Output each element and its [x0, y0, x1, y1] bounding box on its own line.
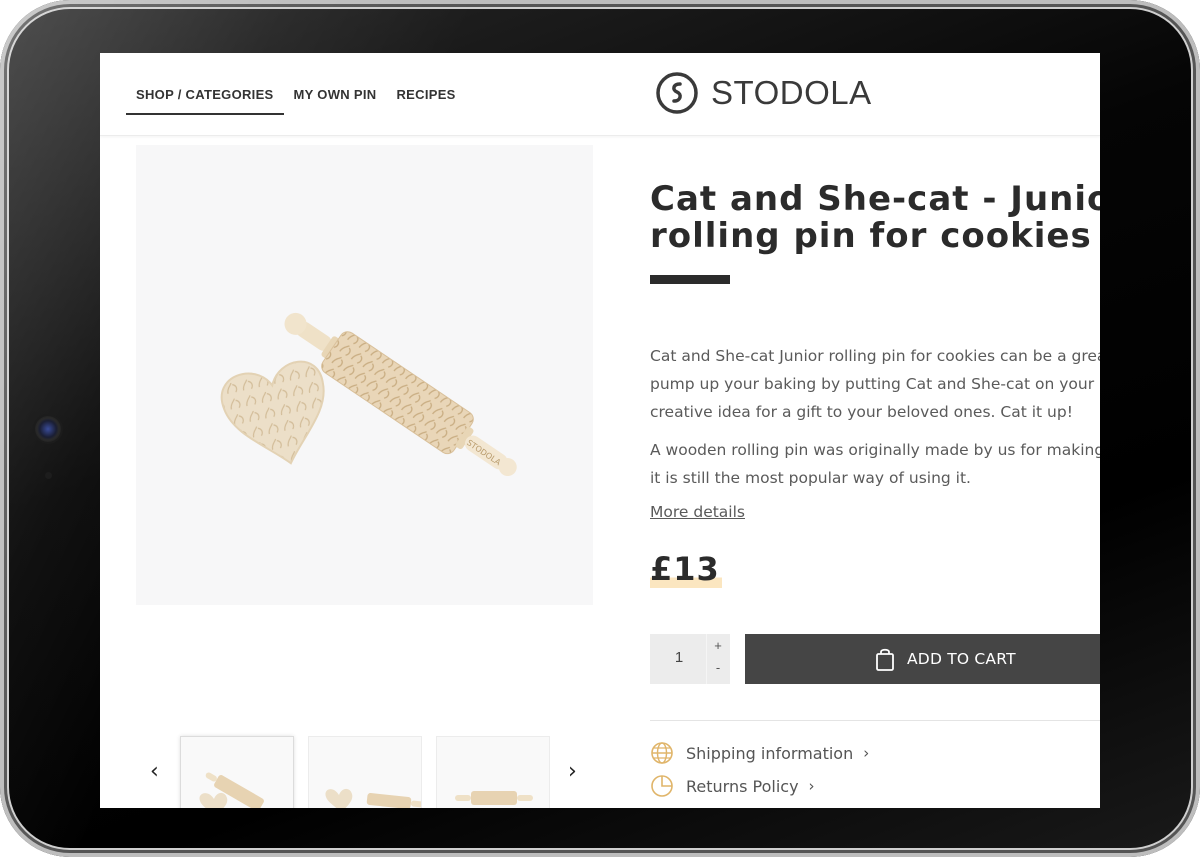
shipping-info-label: Shipping information — [686, 743, 854, 763]
chevron-right-icon: › — [808, 777, 815, 795]
shopping-bag-icon — [876, 648, 894, 671]
description-paragraph-1: Cat and She-cat Junior rolling pin for c… — [650, 347, 1100, 421]
nav-item-my-own-pin[interactable]: MY OWN PIN — [284, 53, 387, 135]
tablet-frame: SHOP / CATEGORIES MY OWN PIN RECIPES STO… — [0, 0, 1200, 857]
site-header: SHOP / CATEGORIES MY OWN PIN RECIPES STO… — [100, 53, 1100, 136]
quantity-decrease-button[interactable]: - — [706, 656, 730, 680]
info-separator — [650, 720, 1100, 721]
thumb-image-1 — [199, 772, 264, 808]
thumbnail-strip: ‹ › — [136, 733, 593, 808]
product-main-image[interactable]: STODOLA — [136, 145, 593, 605]
thumb-image-2 — [325, 788, 421, 808]
nav-item-recipes[interactable]: RECIPES — [386, 53, 465, 135]
more-details-link[interactable]: More details — [650, 503, 745, 521]
thumbnail-1[interactable] — [180, 736, 294, 808]
sensor-dot — [45, 472, 52, 479]
product-price: £13 — [650, 550, 722, 588]
product-description: Cat and She-cat Junior rolling pin for c… — [650, 342, 1100, 502]
add-to-cart-button[interactable]: ADD TO CART — [745, 634, 1100, 684]
browser-screen: SHOP / CATEGORIES MY OWN PIN RECIPES STO… — [100, 53, 1100, 808]
quantity-input[interactable]: 1 — [650, 634, 708, 684]
camera-icon — [35, 416, 61, 442]
add-to-cart-label: ADD TO CART — [907, 650, 1016, 668]
product-title: Cat and She-cat - Junior rolling pin for… — [650, 181, 1100, 255]
title-underline-bar — [650, 275, 730, 284]
returns-policy-label: Returns Policy — [686, 776, 799, 796]
logo-mark-icon — [656, 72, 698, 114]
logo-text: STODOLA — [711, 74, 872, 111]
product-title-line-1: Cat and She-cat - Junior — [650, 179, 1100, 219]
nav-item-shop-categories[interactable]: SHOP / CATEGORIES — [126, 53, 284, 135]
description-paragraph-2: A wooden rolling pin was originally made… — [650, 441, 1100, 487]
rolling-pin-image: STODOLA — [220, 312, 517, 477]
thumb-prev-arrow-icon[interactable]: ‹ — [150, 761, 159, 783]
quantity-stepper: 1 + - — [650, 634, 730, 684]
thumb-next-arrow-icon[interactable]: › — [568, 761, 577, 783]
shipping-info-link[interactable]: Shipping information › — [650, 741, 869, 765]
quantity-increase-button[interactable]: + — [706, 634, 730, 658]
thumbnail-2[interactable] — [308, 736, 422, 808]
pie-clock-icon — [651, 775, 673, 797]
product-title-line-2: rolling pin for cookies — [650, 216, 1092, 256]
thumb-image-3 — [455, 791, 533, 805]
chevron-right-icon: › — [863, 744, 870, 762]
thumbnail-3[interactable] — [436, 736, 550, 808]
main-nav: SHOP / CATEGORIES MY OWN PIN RECIPES — [126, 53, 466, 135]
site-logo[interactable]: STODOLA — [655, 71, 872, 115]
returns-policy-link[interactable]: Returns Policy › — [650, 774, 815, 798]
globe-icon — [651, 742, 673, 764]
